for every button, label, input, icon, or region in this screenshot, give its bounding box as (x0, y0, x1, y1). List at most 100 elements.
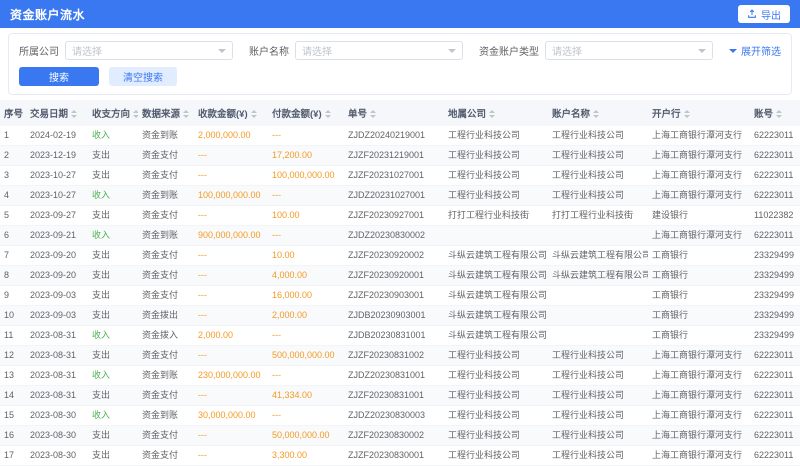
column-header-receipt[interactable]: 收款金额(¥) (194, 100, 268, 126)
cell-bank: 建设银行 (648, 206, 750, 226)
cell-account_no: 23329499 (750, 286, 800, 306)
cell-order: ZJDB20230831001 (344, 326, 444, 346)
cell-bank: 上海工商银行潭河支行 (648, 366, 750, 386)
cell-date: 2023-08-31 (26, 366, 88, 386)
cell-order: ZJZF20230920002 (344, 246, 444, 266)
cell-payment: 100,000,000.00 (268, 166, 344, 186)
header-row: 序号交易日期收支方向数据来源收款金额(¥)付款金额(¥)单号地属公司账户名称开户… (0, 100, 800, 126)
clear-search-button[interactable]: 清空搜索 (109, 67, 177, 86)
cell-date: 2023-10-27 (26, 186, 88, 206)
cell-company (444, 226, 548, 246)
column-header-account[interactable]: 账户名称 (548, 100, 648, 126)
cell-receipt: --- (194, 446, 268, 466)
filter-actions: 搜索 清空搜索 (9, 65, 791, 94)
cell-source: 资金支付 (138, 446, 194, 466)
cell-bank: 工商银行 (648, 266, 750, 286)
cell-bank: 上海工商银行潭河支行 (648, 126, 750, 146)
cell-payment: 50,000,000.00 (268, 426, 344, 446)
column-label: 单号 (348, 109, 367, 120)
cell-company: 打打工程行业科技街 (444, 206, 548, 226)
table-row: 32023-10-27支出资金支付---100,000,000.00ZJZF20… (0, 166, 800, 186)
cell-company: 斗纵云建筑工程有限公司 (444, 266, 548, 286)
cell-payment: 3,300.00 (268, 446, 344, 466)
cell-order: ZJZF20230927001 (344, 206, 444, 226)
cell-date: 2024-02-19 (26, 126, 88, 146)
cell-account_no: 23329499 (750, 306, 800, 326)
cell-direction: 支出 (88, 206, 138, 226)
export-button[interactable]: 导出 (738, 5, 790, 23)
cell-company: 工程行业科技公司 (444, 146, 548, 166)
cell-bank: 上海工商银行潭河支行 (648, 346, 750, 366)
cell-order: ZJDZ20231027001 (344, 186, 444, 206)
cell-date: 2023-09-20 (26, 266, 88, 286)
cell-company: 工程行业科技公司 (444, 346, 548, 366)
cell-account_no: 62223011 (750, 366, 800, 386)
column-header-direction[interactable]: 收支方向 (88, 100, 138, 126)
cell-bank: 上海工商银行潭河支行 (648, 166, 750, 186)
table-row: 132023-08-31收入资金到账230,000,000.00---ZJDZ2… (0, 366, 800, 386)
expand-filter-link[interactable]: 展开筛选 (729, 43, 781, 58)
cell-source: 资金到账 (138, 186, 194, 206)
cell-source: 资金支付 (138, 426, 194, 446)
cell-account_no: 62223011 (750, 386, 800, 406)
cell-account_no: 62223011 (750, 226, 800, 246)
account-name-select[interactable]: 请选择 (295, 41, 463, 60)
column-label: 数据来源 (142, 109, 180, 120)
cell-account: 工程行业科技公司 (548, 146, 648, 166)
cell-source: 资金支付 (138, 146, 194, 166)
cell-account_no: 62223011 (750, 126, 800, 146)
cell-receipt: --- (194, 246, 268, 266)
cell-direction: 支出 (88, 386, 138, 406)
column-header-source[interactable]: 数据来源 (138, 100, 194, 126)
column-header-order[interactable]: 单号 (344, 100, 444, 126)
cell-seq: 4 (0, 186, 26, 206)
cell-bank: 上海工商银行潭河支行 (648, 146, 750, 166)
cell-date: 2023-09-03 (26, 306, 88, 326)
sort-icon (370, 110, 376, 118)
cell-company: 工程行业科技公司 (444, 386, 548, 406)
cell-source: 资金支付 (138, 346, 194, 366)
flow-table-container: 序号交易日期收支方向数据来源收款金额(¥)付款金额(¥)单号地属公司账户名称开户… (0, 100, 800, 466)
cell-account: 工程行业科技公司 (548, 346, 648, 366)
cell-receipt: --- (194, 166, 268, 186)
cell-seq: 14 (0, 386, 26, 406)
table-row: 102023-09-03支出资金拨出---2,000.00ZJDB2023090… (0, 306, 800, 326)
search-button[interactable]: 搜索 (19, 67, 99, 86)
cell-order: ZJZF20230830002 (344, 426, 444, 446)
cell-seq: 5 (0, 206, 26, 226)
flow-table-body: 12024-02-19收入资金到账2,000,000.00---ZJDZ2024… (0, 126, 800, 466)
cell-direction: 支出 (88, 246, 138, 266)
cell-bank: 上海工商银行潭河支行 (648, 226, 750, 246)
cell-payment: 2,000.00 (268, 306, 344, 326)
cell-account (548, 326, 648, 346)
table-row: 12024-02-19收入资金到账2,000,000.00---ZJDZ2024… (0, 126, 800, 146)
column-label: 交易日期 (30, 109, 68, 120)
cell-receipt: --- (194, 306, 268, 326)
sort-icon (71, 110, 77, 118)
column-label: 收支方向 (92, 109, 130, 120)
column-header-date[interactable]: 交易日期 (26, 100, 88, 126)
cell-direction: 支出 (88, 286, 138, 306)
cell-date: 2023-09-03 (26, 286, 88, 306)
column-header-payment[interactable]: 付款金额(¥) (268, 100, 344, 126)
flow-table: 序号交易日期收支方向数据来源收款金额(¥)付款金额(¥)单号地属公司账户名称开户… (0, 100, 800, 466)
sort-icon (489, 110, 495, 118)
column-label: 账号 (754, 109, 773, 120)
table-row: 112023-08-31收入资金拨入2,000.00---ZJDB2023083… (0, 326, 800, 346)
column-label: 地属公司 (448, 109, 486, 120)
flow-table-head: 序号交易日期收支方向数据来源收款金额(¥)付款金额(¥)单号地属公司账户名称开户… (0, 100, 800, 126)
account-type-select[interactable]: 请选择 (545, 41, 713, 60)
cell-source: 资金支付 (138, 206, 194, 226)
filter-account-type: 资金账户类型 请选择 (479, 41, 713, 60)
cell-source: 资金支付 (138, 246, 194, 266)
cell-receipt: --- (194, 426, 268, 446)
cell-receipt: --- (194, 286, 268, 306)
company-select[interactable]: 请选择 (65, 41, 233, 60)
column-label: 账户名称 (552, 109, 590, 120)
cell-seq: 3 (0, 166, 26, 186)
table-row: 42023-10-27收入资金到账100,000,000.00---ZJDZ20… (0, 186, 800, 206)
cell-bank: 上海工商银行潭河支行 (648, 446, 750, 466)
column-header-account_no[interactable]: 账号 (750, 100, 800, 126)
column-header-company[interactable]: 地属公司 (444, 100, 548, 126)
column-header-bank[interactable]: 开户行 (648, 100, 750, 126)
